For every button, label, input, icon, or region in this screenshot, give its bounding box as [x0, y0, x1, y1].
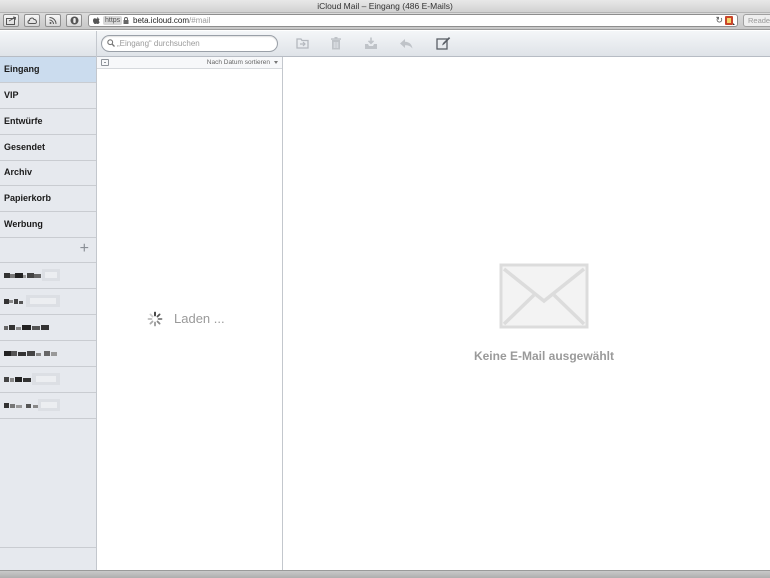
- move-to-folder-button[interactable]: [295, 36, 311, 51]
- move-to-folder-icon: [296, 38, 309, 49]
- chevron-down-icon[interactable]: [274, 61, 278, 64]
- search-input[interactable]: [117, 37, 272, 50]
- obscured-label: [4, 299, 23, 304]
- search-box[interactable]: [101, 35, 278, 52]
- url-path: /#mail: [189, 16, 211, 25]
- mailbox-sidebar: Eingang VIP Entwürfe Gesendet Archiv Pap…: [0, 57, 97, 570]
- delete-button[interactable]: [328, 36, 344, 51]
- obscured-count: [38, 399, 60, 411]
- share-icon: [6, 16, 17, 25]
- archive-button[interactable]: [363, 36, 379, 51]
- no-email-selected-text: Keine E-Mail ausgewählt: [473, 349, 615, 363]
- sidebar-item-custom-folder[interactable]: [0, 289, 96, 315]
- sidebar-item-entwuerfe[interactable]: Entwürfe: [0, 109, 96, 135]
- archive-icon: [365, 37, 377, 49]
- apple-favicon-icon: [93, 17, 100, 24]
- obscured-count: [26, 295, 60, 307]
- address-bar[interactable]: https beta.icloud.com/#mail ↻: [88, 14, 738, 27]
- cloud-icon: [27, 17, 37, 24]
- reply-button[interactable]: [398, 36, 414, 51]
- toolbar-sidebar-area: [0, 31, 97, 57]
- sidebar-item-papierkorb[interactable]: Papierkorb: [0, 186, 96, 212]
- sort-bar: Nach Datum sortieren: [97, 57, 282, 69]
- message-list: Nach Datum sortieren Laden ...: [97, 57, 283, 570]
- window-bottom-bar: [0, 570, 770, 578]
- sidebar-item-gesendet[interactable]: Gesendet: [0, 135, 96, 161]
- browser-toolbar: https beta.icloud.com/#mail ↻ Reader: [0, 13, 770, 30]
- obscured-label: [4, 273, 41, 278]
- rss-icon: [49, 17, 57, 25]
- add-folder-row: +: [0, 237, 96, 263]
- sidebar-item-custom-folder[interactable]: [0, 367, 96, 393]
- obscured-label: [4, 403, 38, 408]
- sidebar-item-custom-folder[interactable]: [0, 263, 96, 289]
- url-scheme: https: [103, 16, 123, 25]
- lock-icon: [123, 17, 129, 24]
- share-button[interactable]: [3, 14, 19, 27]
- envelope-icon: [499, 263, 589, 329]
- ghostery-icon: [70, 16, 79, 25]
- sidebar-item-werbung[interactable]: Werbung: [0, 212, 96, 238]
- sidebar-footer: [0, 547, 96, 570]
- adblock-icon[interactable]: [725, 16, 735, 25]
- obscured-count: [42, 269, 60, 281]
- icloud-tabs-button[interactable]: [24, 14, 40, 27]
- url-text: beta.icloud.com/#mail: [133, 15, 210, 26]
- reply-icon: [400, 39, 413, 49]
- mail-toolbar: [0, 31, 770, 57]
- reader-button[interactable]: Reader: [743, 14, 770, 27]
- compose-button[interactable]: [435, 36, 451, 51]
- sidebar-item-custom-folder[interactable]: [0, 393, 96, 419]
- obscured-label: [4, 325, 49, 330]
- sort-label[interactable]: Nach Datum sortieren: [207, 58, 270, 67]
- window-title: iCloud Mail – Eingang (486 E-Mails): [0, 0, 770, 13]
- sidebar-item-archiv[interactable]: Archiv: [0, 160, 96, 186]
- loading-text: Laden ...: [174, 311, 225, 326]
- obscured-label: [4, 377, 31, 382]
- search-icon: [107, 39, 115, 47]
- obscured-label: [4, 351, 57, 356]
- sidebar-item-eingang[interactable]: Eingang: [0, 57, 96, 83]
- trash-icon: [331, 37, 341, 50]
- add-folder-button[interactable]: +: [80, 240, 89, 258]
- rss-button[interactable]: [45, 14, 61, 27]
- sidebar-item-vip[interactable]: VIP: [0, 83, 96, 109]
- reload-icon[interactable]: ↻: [715, 16, 723, 25]
- spinner-icon: [147, 311, 163, 327]
- extension-button[interactable]: [66, 14, 82, 27]
- select-toggle-icon[interactable]: [101, 59, 109, 66]
- compose-icon: [436, 37, 451, 50]
- url-host: beta.icloud.com: [133, 16, 190, 25]
- sidebar-item-custom-folder[interactable]: [0, 341, 96, 367]
- sidebar-item-custom-folder[interactable]: [0, 315, 96, 341]
- reading-pane: Keine E-Mail ausgewählt: [283, 57, 770, 570]
- obscured-count: [32, 373, 60, 385]
